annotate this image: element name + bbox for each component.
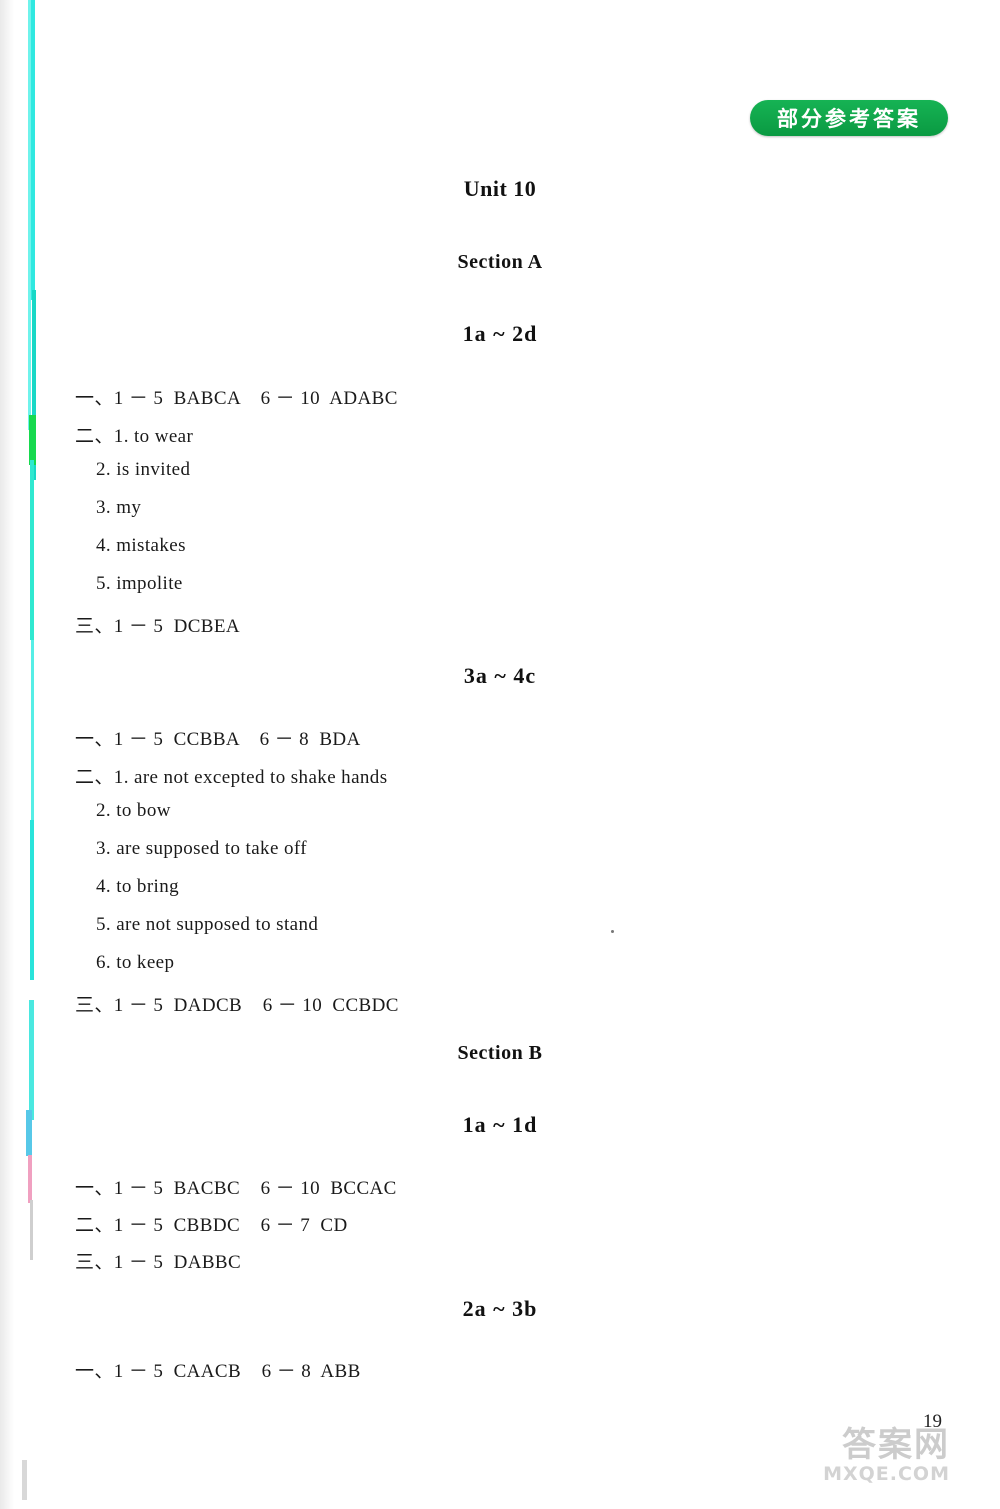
scan-streak-blue [26,1110,32,1156]
scan-streak-bottom [22,1460,27,1500]
watermark-domain-text: MXQE.COM [823,1463,950,1485]
answer-line: 二、1 － 5 CBBDC 6 － 7 CD [75,1215,348,1236]
answer-line: 5. impolite [96,573,183,594]
scan-streak-cyan-6 [30,820,34,980]
watermark-chinese-text: 答案网 [842,1425,950,1465]
answers-badge-label: 部分参考答案 [777,107,921,131]
answers-badge: 部分参考答案 [750,100,948,136]
stray-ink-dot [611,930,614,933]
subsection-title-3a-4c: 3a ~ 4c [463,663,537,688]
answer-line: 3. are supposed to take off [96,838,307,859]
answer-line: 二、1. are not excepted to shake hands [75,767,388,788]
section-title-a: Section A [457,251,543,273]
scan-streak-cyan-2 [28,0,31,430]
scan-streak-pink [28,1155,32,1203]
answer-line: 3. my [96,497,142,518]
answer-line: 一、1 － 5 BACBC 6 － 10 BCCAC [75,1178,397,1199]
scan-streak-cyan-1 [30,0,35,300]
scan-streak-cyan-3 [32,290,36,480]
answer-line: 三、1 － 5 DADCB 6 － 10 CCBDC [75,995,399,1016]
site-watermark: 答案网 MXQE.COM [766,1417,956,1495]
answer-line: 一、1 － 5 CCBBA 6 － 8 BDA [75,729,361,750]
answer-line: 三、1 － 5 DABBC [75,1252,242,1273]
answer-line: 2. to bow [96,800,171,821]
answer-line: 6. to keep [96,952,175,973]
subsection-title-2a-3b: 2a ~ 3b [462,1296,538,1321]
answer-line: 一、1 － 5 CAACB 6 － 8 ABB [75,1361,361,1382]
scan-streak-gray [30,1200,33,1260]
scan-streak-cyan-5 [31,640,34,820]
page-edge-shadow [0,0,14,1509]
unit-title: Unit 10 [463,176,537,201]
subsection-title-1a-2d: 1a ~ 2d [462,321,538,346]
answer-line: 4. to bring [96,876,180,897]
answer-line: 4. mistakes [96,535,186,556]
answer-line: 一、1 － 5 BABCA 6 － 10 ADABC [75,388,398,409]
answer-line: 2. is invited [96,459,191,480]
subsection-title-1a-1d: 1a ~ 1d [462,1112,538,1137]
scan-streak-cyan-7 [29,1000,34,1120]
answer-line: 二、1. to wear [75,426,194,447]
answer-line: 三、1 － 5 DCBEA [75,616,240,637]
scan-streak-cyan-4 [30,460,34,640]
scan-edge-artifacts [0,0,46,1509]
section-title-b: Section B [457,1042,543,1064]
scan-streak-green [29,415,36,465]
answer-line: 5. are not supposed to stand [96,914,319,935]
